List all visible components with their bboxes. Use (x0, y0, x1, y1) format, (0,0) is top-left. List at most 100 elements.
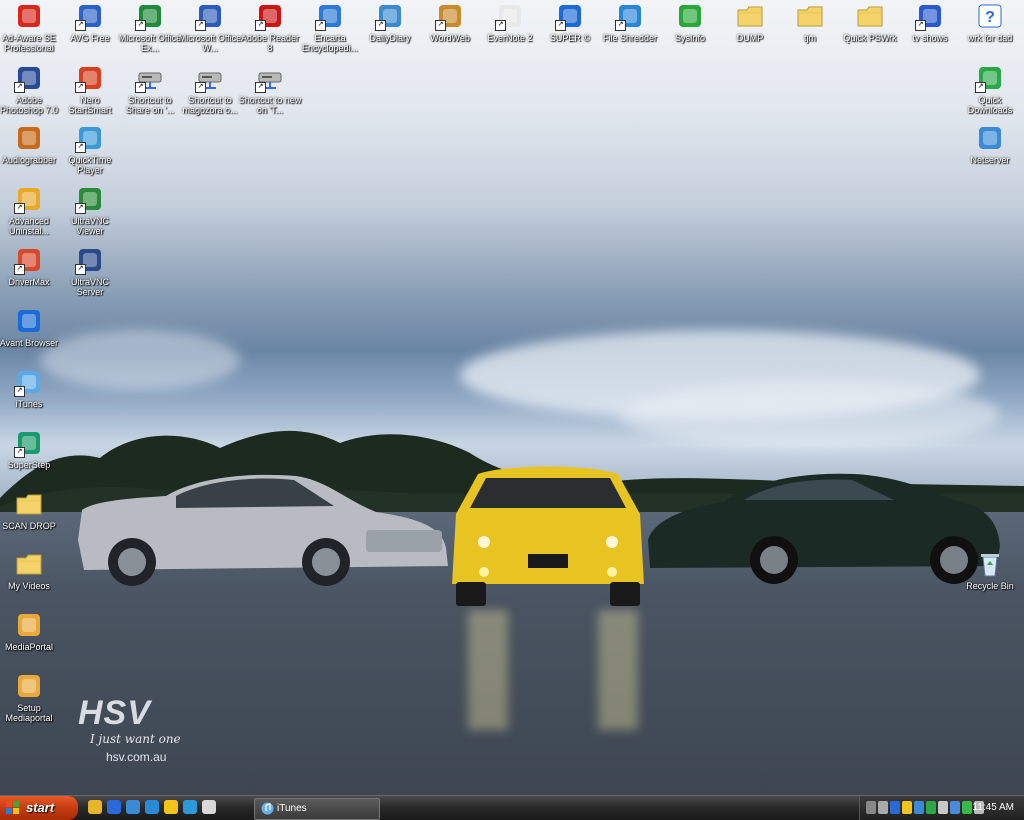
tray-check-icon[interactable] (926, 801, 936, 814)
folder-icon (15, 490, 43, 518)
recycle-bin-icon (976, 550, 1004, 578)
avant-icon[interactable] (107, 800, 121, 814)
folder-icon (856, 2, 884, 30)
wallpaper-silver-car (78, 474, 448, 586)
mediaportal-icon (15, 611, 43, 639)
tray-arrow-icon[interactable] (866, 801, 876, 814)
folder-icon[interactable] (164, 800, 178, 814)
desktop-icon[interactable]: ↗ Shortcut to new on 'T... (238, 64, 302, 115)
desktop-icon-label: UltraVNC Server (70, 277, 109, 297)
desktop-icon[interactable]: ↗ Nero StartSmart (58, 64, 122, 115)
wallpaper-green-car (648, 473, 1000, 584)
super-icon: ↗ (555, 2, 584, 31)
desktop-icon-label: Shortcut to Share on '... (125, 95, 175, 115)
tray-display-icon[interactable] (950, 801, 960, 814)
evernote-icon: ↗ (495, 2, 524, 31)
desktop-icon[interactable]: Audiograbber (0, 124, 61, 165)
desktop-icon[interactable]: ↗ SUPER © (538, 2, 602, 43)
desktop-icon-label: Avant Browser (0, 338, 59, 348)
taskbar-item-itunes[interactable]: iTunes (254, 798, 380, 820)
tray-sound-icon[interactable] (938, 801, 948, 814)
desktop-icon[interactable]: MediaPortal (0, 611, 61, 652)
desktop-icon[interactable]: My Videos (0, 550, 61, 591)
desktop-icon[interactable]: Quick PSWrk (838, 2, 902, 43)
desktop-icon[interactable]: ↗ tv shows (898, 2, 962, 43)
desktop-icon[interactable]: ↗ Adobe Photoshop 7.0 (0, 64, 61, 115)
shortcut-arrow-icon: ↗ (14, 264, 25, 275)
netserver-icon (976, 124, 1004, 152)
tray-green-icon[interactable] (962, 801, 972, 814)
desktop-icon[interactable]: ↗ Shortcut to magozora o... (178, 64, 242, 115)
vnc-server-icon: ↗ (75, 246, 104, 275)
folder-icon (796, 2, 824, 30)
start-label: start (26, 800, 55, 815)
folder-icon (736, 2, 764, 30)
start-button[interactable]: start (0, 796, 78, 820)
desktop-icon[interactable]: ? wrk for dad (958, 2, 1022, 43)
globe-icon: ↗ (975, 64, 1004, 93)
desktop-icon[interactable]: ↗ EverNote 2 (478, 2, 542, 43)
desktop-icon[interactable]: ↗ File Shredder (598, 2, 662, 43)
tray-gear-icon[interactable] (878, 801, 888, 814)
desktop-icon[interactable]: ↗ Adobe Reader 8 (238, 2, 302, 53)
photoshop-icon: ↗ (14, 64, 43, 93)
shredder-icon: ↗ (615, 2, 644, 31)
shortcut-arrow-icon: ↗ (255, 20, 266, 31)
desktop-icon-label: Adobe Photoshop 7.0 (0, 95, 59, 115)
desktop-icon-label: UltraVNC Viewer (70, 216, 109, 236)
desktop-icon[interactable]: ↗ UltraVNC Server (58, 246, 122, 297)
desktop-icon[interactable]: SysInfo (658, 2, 722, 43)
shortcut-arrow-icon: ↗ (75, 82, 86, 93)
desktop-icon[interactable]: ↗ Quick Downloads (958, 64, 1022, 115)
tray-a-icon[interactable] (890, 801, 900, 814)
desktop-icon[interactable]: ↗ DriverMax (0, 246, 61, 287)
desktop-icon[interactable]: ↗ Advanced Uninstal... (0, 185, 61, 236)
desktop-icon[interactable]: Ad-Aware SE Professional (0, 2, 61, 53)
desktop-icon[interactable]: DUMP (718, 2, 782, 43)
desktop-icon[interactable]: Recycle Bin (958, 550, 1022, 591)
desktop-icon[interactable]: ↗ Encarta Encyclopedi... (298, 2, 362, 53)
desktop-icon[interactable]: ↗ WordWeb (418, 2, 482, 43)
ie-icon[interactable] (145, 800, 159, 814)
desktop-icon-label: Microsoft Office W... (178, 33, 242, 53)
desktop-icon[interactable]: ↗ AVG Free (58, 2, 122, 43)
acrobat-icon: ↗ (255, 2, 284, 31)
shortcut-arrow-icon: ↗ (195, 20, 206, 31)
desktop-icon[interactable]: ↗ iTunes (0, 368, 61, 409)
taskbar-item-label: iTunes (277, 803, 307, 814)
wordweb-icon: ↗ (435, 2, 464, 31)
desktop-icon[interactable]: ↗ SuperStep (0, 429, 61, 470)
shortcut-arrow-icon: ↗ (375, 20, 386, 31)
desktop-icon[interactable]: SCAN DROP (0, 490, 61, 531)
shortcut-arrow-icon: ↗ (14, 386, 25, 397)
desktop-icon[interactable]: ↗ UltraVNC Viewer (58, 185, 122, 236)
desktop-icon[interactable]: ↗ DailyDiary (358, 2, 422, 43)
desktop-icon[interactable]: Setup Mediaportal (0, 672, 61, 723)
desktop-icon[interactable]: Avant Browser (0, 307, 61, 348)
desktop-icon[interactable]: ↗ Microsoft Office W... (178, 2, 242, 53)
network-drive-icon: ↗ (195, 64, 224, 93)
brand-slogan: I just want one (90, 732, 181, 746)
desktop-icon[interactable]: tjm (778, 2, 842, 43)
desktop-icon[interactable]: ↗ Shortcut to Share on '... (118, 64, 182, 115)
globe-icon[interactable] (126, 800, 140, 814)
vnc-viewer-icon: ↗ (75, 185, 104, 214)
desktop-icon[interactable]: Netserver (958, 124, 1022, 165)
desktop-icon[interactable]: ↗ QuickTime Player (58, 124, 122, 175)
shortcut-arrow-icon: ↗ (75, 20, 86, 31)
shortcut-arrow-icon: ↗ (435, 20, 446, 31)
media-icon[interactable] (202, 800, 216, 814)
desktop[interactable]: HSV I just want one hsv.com.au Ad-Aware … (0, 0, 1024, 795)
desktop-icon[interactable]: ↗ Microsoft Office Ex... (118, 2, 182, 53)
brand-url: hsv.com.au (106, 750, 167, 764)
desktop-icon-label: My Videos (8, 581, 50, 591)
tray-network-icon[interactable] (914, 801, 924, 814)
network-drive-icon: ↗ (255, 64, 284, 93)
browser-icon[interactable] (183, 800, 197, 814)
shortcut-arrow-icon: ↗ (195, 82, 206, 93)
tray-yellow-icon[interactable] (902, 801, 912, 814)
desktop-icon-label: SUPER © (549, 33, 591, 43)
tools-icon[interactable] (88, 800, 102, 814)
clock[interactable]: 11:45 AM (972, 802, 1014, 813)
desktop-icon-label: AVG Free (70, 33, 110, 43)
